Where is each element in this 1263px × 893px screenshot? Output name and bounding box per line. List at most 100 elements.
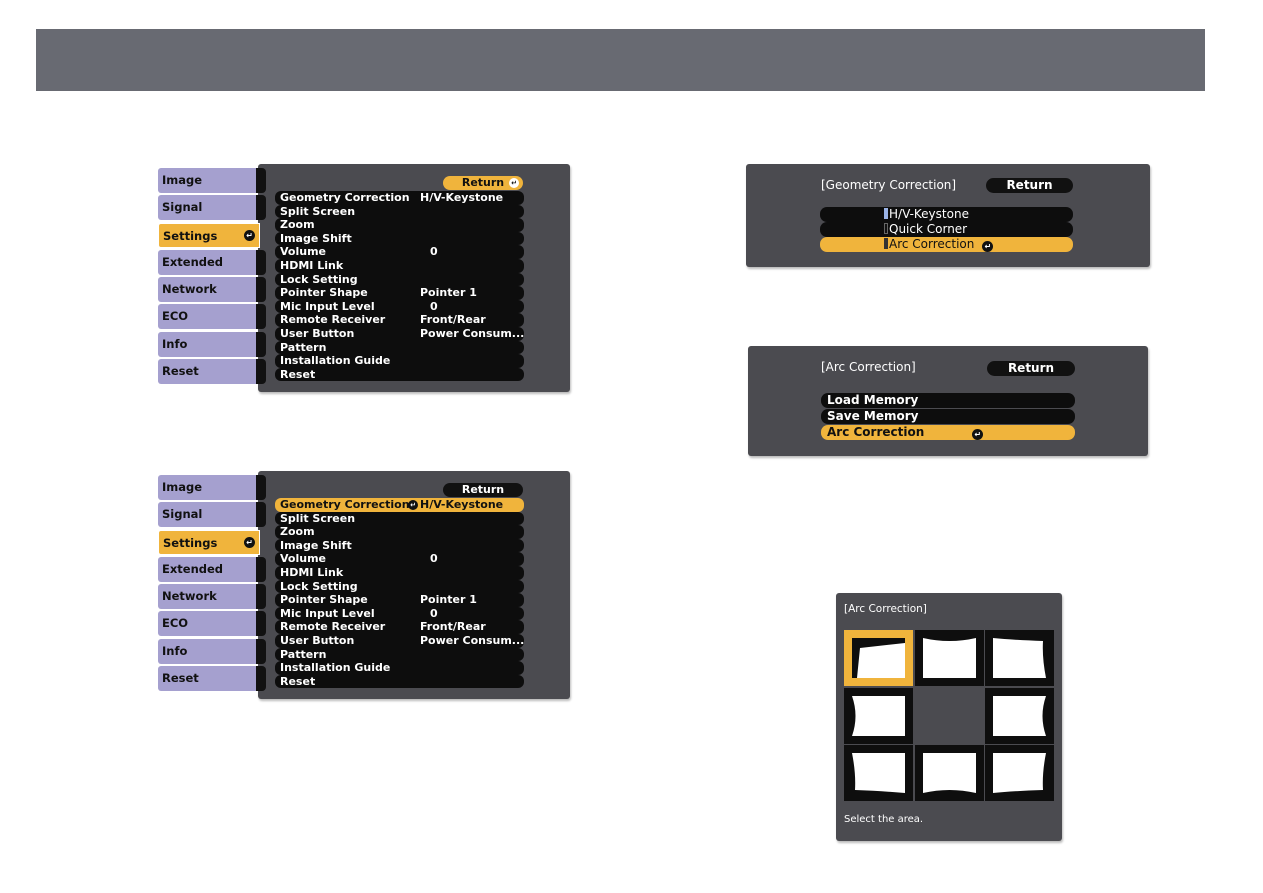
menu-item-geometry-correction[interactable]: Geometry Correction H/V-Keystone [275,191,524,205]
item-label: Remote Receiver [280,313,386,327]
menu-item-remote-receiver[interactable]: Remote Receiver Front/Rear [275,313,524,327]
enter-icon: ↵ [244,229,255,241]
item-value: 0 [430,245,438,259]
tab-settings[interactable]: Settings ↵ [158,529,260,555]
menu-item-image-shift[interactable]: Image Shift [275,231,524,246]
menu-item-installation-guide[interactable]: Installation Guide [275,354,524,368]
menu-item-lock-setting[interactable]: Lock Setting [275,272,524,287]
tab-label: Settings [163,228,218,243]
tab-signal[interactable]: Signal [158,195,266,221]
menu-item-remote-receiver[interactable]: Remote Receiver Front/Rear [275,620,524,634]
tab-image[interactable]: Image [158,168,266,193]
tab-reset[interactable]: Reset [158,666,266,692]
tab-signal[interactable]: Signal [158,502,266,528]
item-label: Pointer Shape [280,593,368,607]
menu-item-split-screen[interactable]: Split Screen [275,204,524,219]
area-cell-bottom-right[interactable] [985,745,1054,801]
menu-item-volume[interactable]: Volume 0 [275,552,524,566]
item-label: Pattern [280,340,327,354]
menu-item-user-button[interactable]: User Button Power Consum... [275,326,525,341]
menu-item-image-shift[interactable]: Image Shift [275,538,524,553]
area-cell-middle-left[interactable] [844,687,913,744]
area-cell-top-center[interactable] [914,630,984,686]
menu-item-pattern[interactable]: Pattern [275,647,524,662]
enter-icon: ↵ [408,499,418,510]
item-label: Geometry Correction [280,191,410,204]
tab-label: Info [162,643,188,658]
option-label: H/V-Keystone [889,207,969,221]
enter-icon: ↵ [244,536,255,548]
tab-label: Signal [162,507,203,522]
return-button[interactable]: Return [986,178,1073,193]
item-value: Pointer 1 [420,593,477,607]
option-label: Save Memory [827,409,919,423]
item-value: 0 [430,552,438,566]
tab-reset[interactable]: Reset [158,359,266,385]
tab-label: Network [162,589,217,604]
arc-area-middle-right-icon [993,695,1046,736]
item-label: Installation Guide [280,354,391,368]
menu-item-installation-guide[interactable]: Installation Guide [275,661,524,675]
menu-item-zoom[interactable]: Zoom [275,525,524,539]
menu-item-reset[interactable]: Reset [275,367,524,382]
tab-label: Image [162,480,203,494]
item-label: Split Screen [280,204,356,218]
return-button[interactable]: Return [443,483,523,497]
menu-item-pointer-shape[interactable]: Pointer Shape Pointer 1 [275,286,524,300]
option-arc-correction[interactable]: Arc Correction ↵ [820,237,1073,252]
return-button[interactable]: Return [987,361,1075,376]
hint-text: Select the area. [844,814,924,825]
settings-menu-screen-1: Image Signal Settings ↵ Extended Network ECO In… [158,161,570,393]
item-label: Split Screen [280,511,356,525]
menu-item-user-button[interactable]: User Button Power Consum... [275,633,524,648]
tab-extended[interactable]: Extended [158,249,266,275]
enter-icon: ↵ [972,429,984,440]
arc-area-middle-left-icon [852,695,905,736]
option-hv-keystone[interactable]: H/V-Keystone [820,207,1073,222]
dialog-title: [Arc Correction] [844,603,927,615]
tab-image[interactable]: Image [158,475,266,500]
area-cell-bottom-center[interactable] [914,745,984,801]
dialog-title: [Arc Correction] [821,360,916,374]
area-cell-top-right[interactable] [985,630,1054,686]
item-label: Volume [280,245,326,259]
menu-item-pointer-shape[interactable]: Pointer Shape Pointer 1 [275,593,524,607]
tab-network[interactable]: Network [158,584,266,610]
menu-item-volume[interactable]: Volume 0 [275,245,524,259]
menu-tabs: Image Signal Settings ↵ Extended Network ECO In… [158,475,268,693]
menu-item-hdmi-link[interactable]: HDMI Link [275,565,524,580]
menu-item-reset[interactable]: Reset [275,674,524,689]
area-cell-top-left[interactable] [844,630,913,686]
menu-item-pattern[interactable]: Pattern [275,340,524,355]
item-value: Power Consum... [420,326,525,340]
item-value: H/V-Keystone [420,191,504,204]
area-cell-middle-right[interactable] [985,687,1054,744]
menu-item-split-screen[interactable]: Split Screen [275,511,524,526]
option-quick-corner[interactable]: Quick Corner [820,222,1073,237]
tab-info[interactable]: Info [158,638,266,664]
radio-marker [884,223,888,234]
menu-item-mic-input-level[interactable]: Mic Input Level 0 [275,299,524,314]
item-label: Lock Setting [280,272,358,286]
area-cell-bottom-left[interactable] [844,745,913,801]
tab-label: Network [162,282,217,297]
tab-network[interactable]: Network [158,277,266,303]
option-load-memory[interactable]: Load Memory [821,393,1075,408]
settings-menu-screen-2: Image Signal Settings ↵ Extended Network ECO In… [158,468,570,700]
menu-item-zoom[interactable]: Zoom [275,218,524,232]
option-save-memory[interactable]: Save Memory [821,409,1075,424]
tab-settings[interactable]: Settings ↵ [158,222,260,248]
tab-info[interactable]: Info [158,331,266,357]
option-label: Arc Correction [889,237,975,251]
menu-item-geometry-correction[interactable]: Geometry Correction ↵ H/V-Keystone [275,498,524,512]
menu-item-lock-setting[interactable]: Lock Setting [275,579,524,594]
option-arc-correction[interactable]: Arc Correction ↵ [821,425,1075,440]
tab-eco[interactable]: ECO [158,611,266,637]
tab-extended[interactable]: Extended [158,556,266,582]
return-button[interactable]: Return ↵ [443,176,523,190]
tab-eco[interactable]: ECO [158,304,266,330]
menu-item-hdmi-link[interactable]: HDMI Link [275,258,524,273]
menu-item-mic-input-level[interactable]: Mic Input Level 0 [275,606,524,621]
item-value: 0 [430,299,438,313]
header-bar [36,29,1205,91]
